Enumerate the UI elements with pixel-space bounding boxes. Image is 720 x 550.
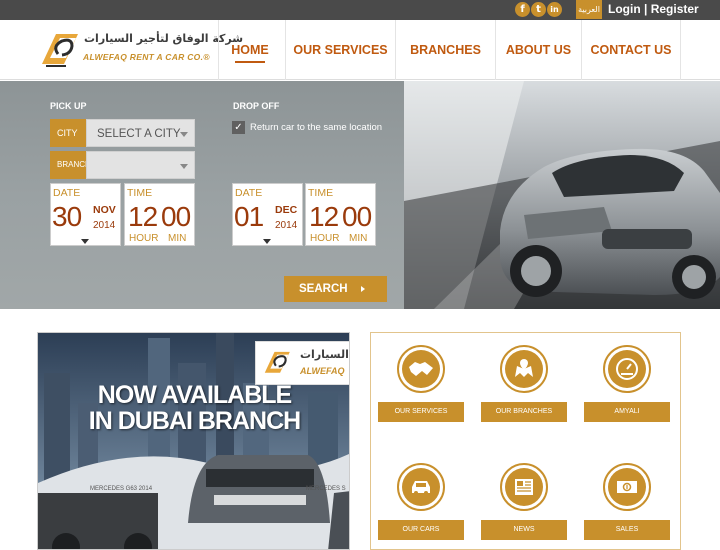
promo-headline-line2: IN DUBAI BRANCH bbox=[88, 407, 301, 435]
service-tile-news[interactable]: NEWS bbox=[477, 463, 571, 540]
services-grid: OUR SERVICES OUR BRANCHES AMYALI OUR CAR… bbox=[370, 332, 681, 550]
promo-logo: السيارات ALWEFAQ bbox=[255, 341, 349, 385]
company-logo[interactable]: شركة الوفاق لتأجير السيارات ALWEFAQ RENT… bbox=[38, 28, 243, 72]
nav-branches[interactable]: BRANCHES bbox=[395, 20, 495, 80]
min-label: MIN bbox=[168, 233, 187, 244]
pickup-year: 2014 bbox=[93, 220, 116, 231]
logo-mark-icon bbox=[264, 351, 290, 373]
promo-logo-english: ALWEFAQ bbox=[300, 366, 345, 376]
auth-separator: | bbox=[644, 2, 648, 16]
dropoff-minute: 00 bbox=[342, 201, 372, 232]
chevron-down-icon bbox=[81, 239, 89, 244]
service-tile-amyali[interactable]: AMYALI bbox=[580, 345, 674, 422]
nav-about-us[interactable]: ABOUT US bbox=[495, 20, 581, 80]
branch-tag: BRANCH bbox=[50, 151, 91, 179]
pickup-day: 30 bbox=[52, 201, 82, 232]
branch-select[interactable] bbox=[86, 151, 195, 179]
pickup-date-picker[interactable]: DATE 30 NOV 2014 bbox=[50, 183, 121, 246]
dropoff-hour: 12 bbox=[309, 201, 339, 232]
time-label: TIME bbox=[127, 187, 153, 199]
dropoff-day: 01 bbox=[234, 201, 264, 232]
dropoff-year: 2014 bbox=[275, 220, 298, 231]
dropoff-time-picker[interactable]: TIME 12 00 HOUR MIN bbox=[305, 183, 376, 246]
car-icon bbox=[412, 481, 430, 495]
return-same-checkbox[interactable]: ✓ bbox=[232, 121, 245, 134]
service-label: OUR CARS bbox=[378, 520, 464, 540]
facebook-icon[interactable]: f bbox=[515, 2, 530, 17]
chevron-down-icon bbox=[180, 132, 188, 137]
hour-label: HOUR bbox=[310, 233, 340, 244]
auth-links: Login | Register bbox=[608, 2, 699, 16]
hour-label: HOUR bbox=[129, 233, 159, 244]
search-button-label: SEARCH bbox=[299, 283, 348, 295]
promo-car-label-1: MERCEDES G63 2014 bbox=[90, 486, 153, 492]
city-select[interactable]: SELECT A CITY bbox=[86, 119, 195, 147]
promo-headline-line1: NOW AVAILABLE bbox=[97, 381, 292, 409]
min-label: MIN bbox=[349, 233, 368, 244]
date-label: DATE bbox=[53, 187, 81, 199]
pickup-minute: 00 bbox=[161, 201, 191, 232]
promo-banner[interactable]: السيارات ALWEFAQ NOW AVAILABLE IN DUBAI … bbox=[37, 332, 350, 550]
pickup-month: NOV bbox=[93, 204, 116, 216]
time-label: TIME bbox=[308, 187, 334, 199]
city-tag: CITY bbox=[50, 119, 86, 147]
chevron-down-icon bbox=[263, 239, 271, 244]
map-pin-icon bbox=[515, 359, 533, 377]
service-label: NEWS bbox=[481, 520, 567, 540]
nav-our-services[interactable]: OUR SERVICES bbox=[285, 20, 395, 80]
nav-home[interactable]: HOME bbox=[218, 20, 281, 80]
service-label: SALES bbox=[584, 520, 670, 540]
linkedin-icon[interactable]: in bbox=[547, 2, 562, 17]
service-label: OUR BRANCHES bbox=[481, 402, 567, 422]
language-switch-button[interactable]: العربية bbox=[576, 0, 602, 19]
date-label: DATE bbox=[235, 187, 263, 199]
hero-car-image bbox=[404, 81, 720, 309]
suv-on-road-image bbox=[404, 81, 720, 309]
return-same-label: Return car to the same location bbox=[250, 122, 383, 133]
service-tile-our-branches[interactable]: OUR BRANCHES bbox=[477, 345, 571, 422]
promo-car-label-2: MERCEDES S bbox=[306, 486, 346, 492]
newspaper-icon bbox=[515, 479, 533, 495]
logo-english-text: ALWEFAQ RENT A CAR CO.® bbox=[83, 52, 210, 62]
service-label: OUR SERVICES bbox=[378, 402, 464, 422]
login-link[interactable]: Login bbox=[608, 2, 641, 16]
handshake-icon bbox=[409, 362, 433, 376]
dropoff-label: DROP OFF bbox=[233, 101, 280, 111]
service-tile-our-services[interactable]: OUR SERVICES bbox=[374, 345, 468, 422]
city-select-value: SELECT A CITY bbox=[97, 128, 181, 140]
cash-icon bbox=[617, 481, 637, 493]
service-tile-our-cars[interactable]: OUR CARS bbox=[374, 463, 468, 540]
nav-contact-us[interactable]: CONTACT US bbox=[581, 20, 681, 80]
chevron-down-icon bbox=[180, 164, 188, 169]
speedometer-icon bbox=[616, 358, 638, 380]
header: شركة الوفاق لتأجير السيارات ALWEFAQ RENT… bbox=[0, 20, 720, 80]
register-link[interactable]: Register bbox=[651, 2, 699, 16]
pickup-label: PICK UP bbox=[50, 101, 87, 111]
service-tile-sales[interactable]: SALES bbox=[580, 463, 674, 540]
top-bar: f t in العربية Login | Register bbox=[0, 0, 720, 20]
twitter-icon[interactable]: t bbox=[531, 2, 546, 17]
logo-mark-icon bbox=[42, 34, 78, 67]
service-label: AMYALI bbox=[584, 402, 670, 422]
arrow-right-icon bbox=[361, 286, 365, 292]
search-button[interactable]: SEARCH bbox=[284, 276, 387, 302]
promo-logo-arabic: السيارات bbox=[300, 348, 349, 361]
pickup-hour: 12 bbox=[128, 201, 158, 232]
dropoff-date-picker[interactable]: DATE 01 DEC 2014 bbox=[232, 183, 303, 246]
pickup-time-picker[interactable]: TIME 12 00 HOUR MIN bbox=[124, 183, 195, 246]
dropoff-month: DEC bbox=[275, 204, 298, 216]
